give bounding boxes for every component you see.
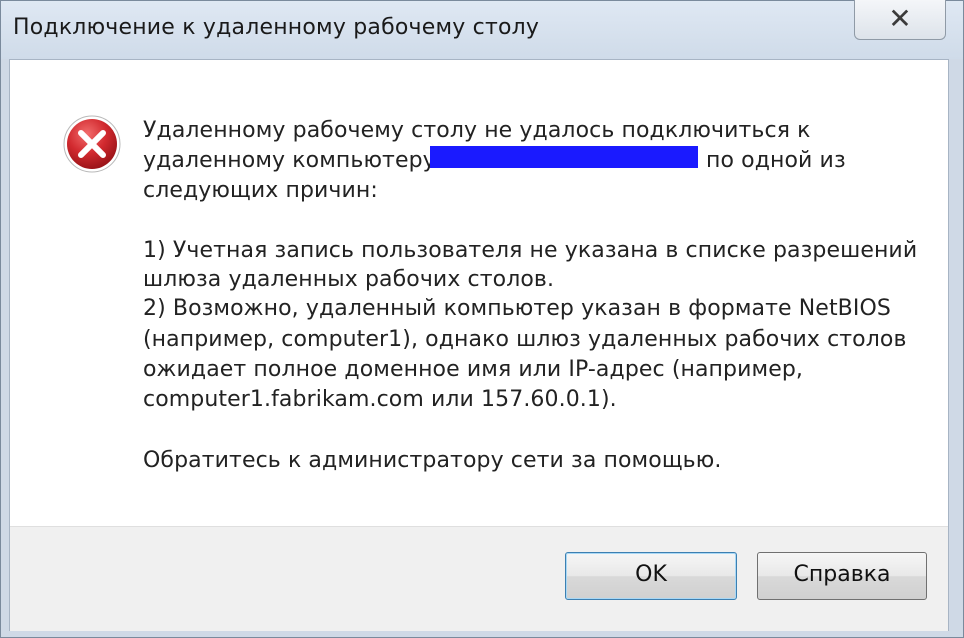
reason-1-line-1: 1) Учетная запись пользователя не указан… xyxy=(143,238,918,263)
contact-admin-text: Обратитесь к администратору сети за помо… xyxy=(143,448,722,473)
window-title: Подключение к удаленному рабочему столу xyxy=(13,15,540,40)
close-icon: ✕ xyxy=(888,2,912,35)
dialog-window: Подключение к удаленному рабочему столу … xyxy=(0,0,964,638)
message-line-1: Удаленному рабочему столу не удалось под… xyxy=(143,118,811,143)
title-bar[interactable]: Подключение к удаленному рабочему столу … xyxy=(1,0,963,59)
message-line-2-start: удаленному компьютеру xyxy=(143,148,436,173)
message-line-2-end: по одной из xyxy=(706,148,846,173)
reason-2-line-1: 2) Возможно, удаленный компьютер указан … xyxy=(143,296,891,321)
help-button[interactable]: Справка xyxy=(757,552,927,600)
redacted-computer-name xyxy=(430,146,698,168)
reason-2-line-2: (например, computer1), однако шлюз удале… xyxy=(143,327,907,352)
reason-1-line-2: шлюза удаленных рабочих столов. xyxy=(143,267,555,292)
ok-button[interactable]: OK xyxy=(565,552,737,600)
close-button[interactable]: ✕ xyxy=(854,0,946,40)
error-icon xyxy=(63,115,121,173)
message-line-3: следующих причин: xyxy=(143,178,378,203)
reason-2-line-3: ожидает полное доменное имя или IP-адрес… xyxy=(143,357,803,382)
reason-2-line-4: computer1.fabrikam.com или 157.60.0.1). xyxy=(143,387,617,412)
dialog-content: Удаленному рабочему столу не удалось под… xyxy=(9,59,949,631)
